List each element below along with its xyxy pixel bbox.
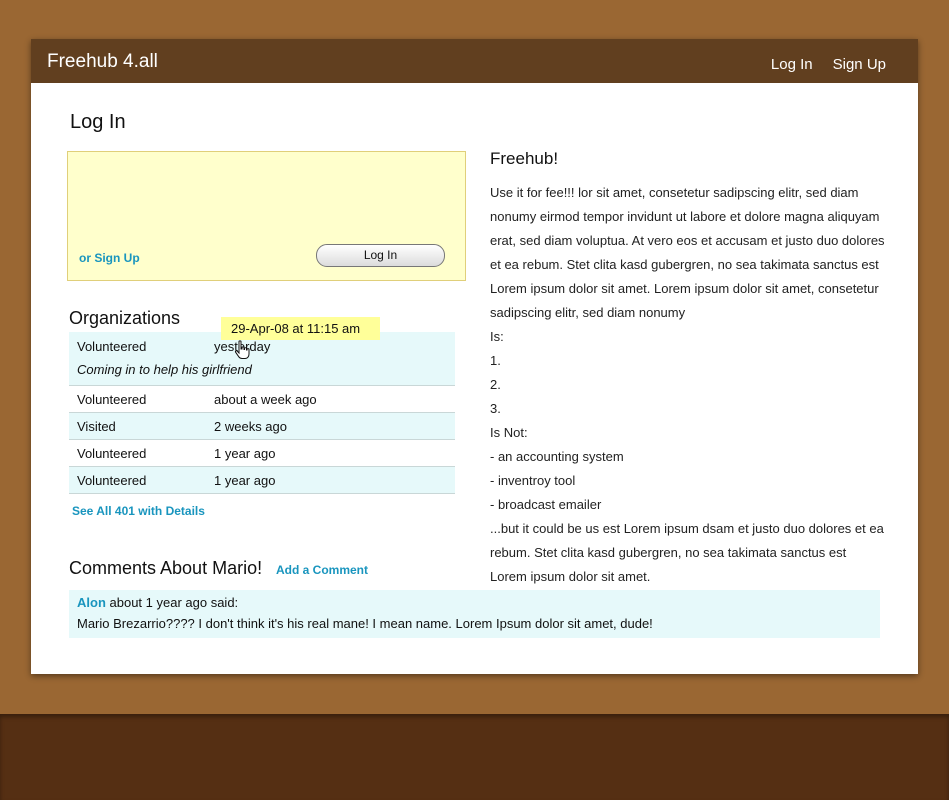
- top-bar: Freehub 4.all Log In Sign Up: [31, 39, 918, 83]
- date-tooltip: 29-Apr-08 at 11:15 am: [221, 317, 380, 340]
- is-not-label: Is Not:: [490, 425, 528, 440]
- login-panel: or Sign Up Log In: [67, 151, 466, 281]
- row-when: 1 year ago: [214, 446, 276, 461]
- list-item: 3.: [490, 401, 501, 416]
- table-row[interactable]: Visited 2 weeks ago: [69, 413, 455, 440]
- comment-text: Mario Brezarrio???? I don't think it's h…: [77, 616, 653, 631]
- nav-login-link[interactable]: Log In: [771, 56, 813, 73]
- row-action: Volunteered: [77, 392, 147, 407]
- table-row[interactable]: Volunteered 1 year ago: [69, 467, 455, 494]
- row-note: Coming in to help his girlfriend: [77, 362, 252, 377]
- table-row[interactable]: Volunteered yesterday Coming in to help …: [69, 332, 455, 386]
- row-when: 2 weeks ago: [214, 419, 287, 434]
- organizations-table: Volunteered yesterday Coming in to help …: [69, 332, 455, 494]
- comments-heading: Comments About Mario!: [69, 558, 263, 578]
- comment-author-link[interactable]: Alon: [77, 595, 106, 610]
- row-action: Volunteered: [77, 473, 147, 488]
- list-item: - broadcast emailer: [490, 497, 602, 512]
- list-item: 2.: [490, 377, 501, 392]
- comment-meta: Alon about 1 year ago said:: [77, 595, 238, 610]
- nav-signup-link[interactable]: Sign Up: [833, 56, 886, 73]
- row-when: 1 year ago: [214, 473, 276, 488]
- about-section: Freehub! Use it for fee!!! lor sit amet,…: [490, 149, 885, 589]
- comment-item: Alon about 1 year ago said: Mario Brezar…: [69, 590, 880, 638]
- see-all-link[interactable]: See All 401 with Details: [72, 504, 205, 518]
- table-row[interactable]: Volunteered about a week ago: [69, 386, 455, 413]
- login-heading: Log In: [70, 111, 126, 133]
- row-when: about a week ago: [214, 392, 317, 407]
- row-action: Volunteered: [77, 446, 147, 461]
- list-item: - an accounting system: [490, 449, 624, 464]
- row-action: Volunteered: [77, 339, 147, 354]
- footer-band: [0, 714, 949, 800]
- add-comment-link[interactable]: Add a Comment: [276, 563, 368, 577]
- list-item: - inventroy tool: [490, 473, 576, 488]
- table-row[interactable]: Volunteered 1 year ago: [69, 440, 455, 467]
- app-window: Freehub 4.all Log In Sign Up Log In or S…: [31, 39, 918, 674]
- comment-timestamp: about 1 year ago said:: [109, 595, 239, 610]
- about-intro: Use it for fee!!! lor sit amet, consetet…: [490, 185, 885, 320]
- organizations-heading: Organizations: [69, 308, 181, 328]
- about-closing: ...but it could be us est Lorem ipsum ds…: [490, 521, 884, 584]
- top-nav: Log In Sign Up: [771, 56, 886, 73]
- app-title[interactable]: Freehub 4.all: [47, 51, 158, 73]
- login-button[interactable]: Log In: [316, 244, 445, 267]
- about-heading: Freehub!: [490, 149, 559, 168]
- list-item: 1.: [490, 353, 501, 368]
- is-label: Is:: [490, 329, 504, 344]
- hand-pointer-icon: [234, 340, 250, 359]
- or-signup-link[interactable]: or Sign Up: [79, 251, 140, 265]
- row-action: Visited: [77, 419, 116, 434]
